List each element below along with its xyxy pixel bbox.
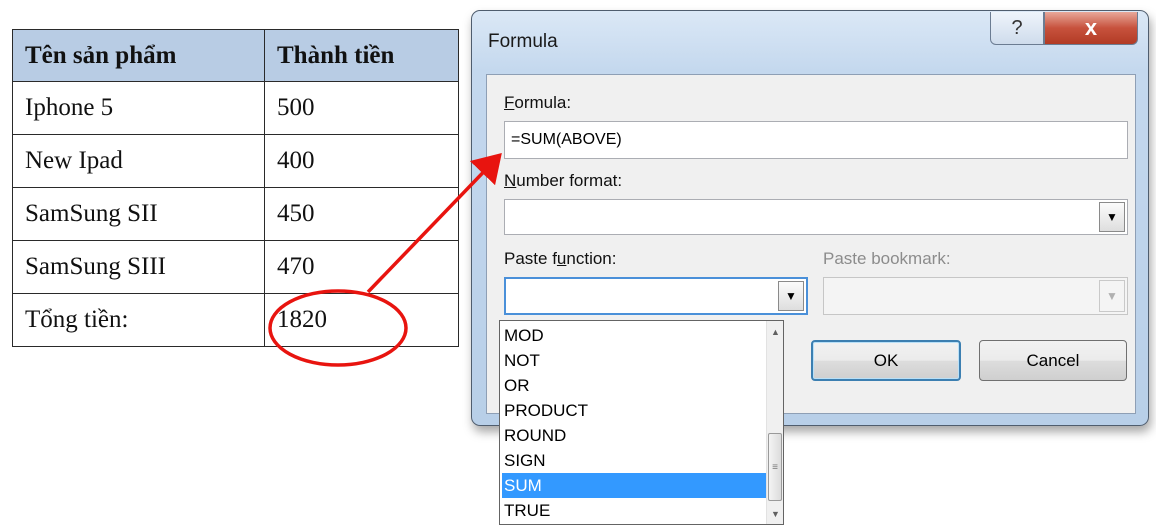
- scroll-up-icon[interactable]: ▲: [767, 323, 783, 340]
- paste-bookmark-dropdown-button[interactable]: ▼: [1099, 280, 1125, 312]
- scroll-down-icon[interactable]: ▼: [767, 505, 783, 522]
- table-header-row: Tên sản phẩm Thành tiền: [12, 29, 459, 82]
- list-scrollbar[interactable]: ▲ ≡ ▼: [766, 321, 783, 524]
- paste-function-list[interactable]: MOD NOT OR PRODUCT ROUND SIGN SUM TRUE ▲…: [499, 320, 784, 525]
- number-format-label: Number format:: [504, 171, 622, 191]
- cell-amount: 500: [264, 81, 459, 135]
- cell-amount: 450: [264, 187, 459, 241]
- cell-total-label: Tổng tiền:: [12, 293, 265, 347]
- chevron-down-icon: ▼: [785, 289, 797, 303]
- table-row: Iphone 5 500: [12, 81, 459, 135]
- paste-function-label-key: u: [556, 249, 567, 268]
- grip-icon: ≡: [772, 461, 778, 473]
- close-icon: x: [1084, 15, 1098, 40]
- cell-product-name: New Ipad: [12, 134, 265, 188]
- cancel-button[interactable]: Cancel: [979, 340, 1127, 381]
- cell-product-name: Iphone 5: [12, 81, 265, 135]
- list-item-selected[interactable]: SUM: [502, 473, 766, 498]
- number-format-select[interactable]: ▼: [504, 199, 1128, 235]
- paste-function-label: Paste function:: [504, 249, 616, 269]
- list-item[interactable]: NOT: [502, 348, 766, 373]
- list-item[interactable]: ROUND: [502, 423, 766, 448]
- cell-product-name: SamSung SIII: [12, 240, 265, 294]
- number-format-dropdown-button[interactable]: ▼: [1099, 202, 1125, 232]
- cell-amount: 470: [264, 240, 459, 294]
- paste-function-label-post: nction:: [566, 249, 617, 268]
- list-item[interactable]: SIGN: [502, 448, 766, 473]
- help-button[interactable]: ?: [990, 12, 1044, 45]
- number-format-label-key: N: [504, 171, 517, 190]
- formula-input[interactable]: =SUM(ABOVE): [504, 121, 1128, 159]
- close-button[interactable]: x: [1044, 12, 1138, 45]
- paste-bookmark-select[interactable]: ▼: [823, 277, 1128, 315]
- chevron-down-icon: ▼: [1106, 289, 1118, 303]
- scroll-thumb[interactable]: ≡: [768, 433, 782, 501]
- list-item[interactable]: TRUE: [502, 498, 766, 523]
- list-item[interactable]: OR: [502, 373, 766, 398]
- header-product-name: Tên sản phẩm: [12, 29, 265, 82]
- cell-amount: 400: [264, 134, 459, 188]
- help-icon: ?: [1011, 16, 1023, 39]
- list-item[interactable]: MOD: [502, 323, 766, 348]
- formula-label-rest: ormula:: [514, 93, 572, 112]
- header-amount: Thành tiền: [264, 29, 459, 82]
- formula-label: Formula:: [504, 93, 571, 113]
- formula-value: =SUM(ABOVE): [511, 131, 622, 148]
- paste-function-label-pre: Paste f: [504, 249, 557, 268]
- dialog-title: Formula: [488, 31, 558, 52]
- ok-button[interactable]: OK: [811, 340, 961, 381]
- table-row: SamSung SIII 470: [12, 240, 459, 294]
- number-format-label-rest: umber format:: [516, 171, 623, 190]
- table-row: New Ipad 400: [12, 134, 459, 188]
- paste-function-select[interactable]: ▼: [504, 277, 808, 315]
- paste-bookmark-label: Paste bookmark:: [823, 249, 951, 268]
- cell-total-amount[interactable]: 1820: [264, 293, 459, 347]
- table-total-row: Tổng tiền: 1820: [12, 293, 459, 347]
- table-row: SamSung SII 450: [12, 187, 459, 241]
- paste-function-dropdown-button[interactable]: ▼: [778, 281, 804, 311]
- formula-label-key: F: [504, 93, 515, 112]
- product-table: Tên sản phẩm Thành tiền Iphone 5 500 New…: [12, 29, 459, 347]
- list-item[interactable]: PRODUCT: [502, 398, 766, 423]
- cell-product-name: SamSung SII: [12, 187, 265, 241]
- chevron-down-icon: ▼: [1106, 210, 1118, 224]
